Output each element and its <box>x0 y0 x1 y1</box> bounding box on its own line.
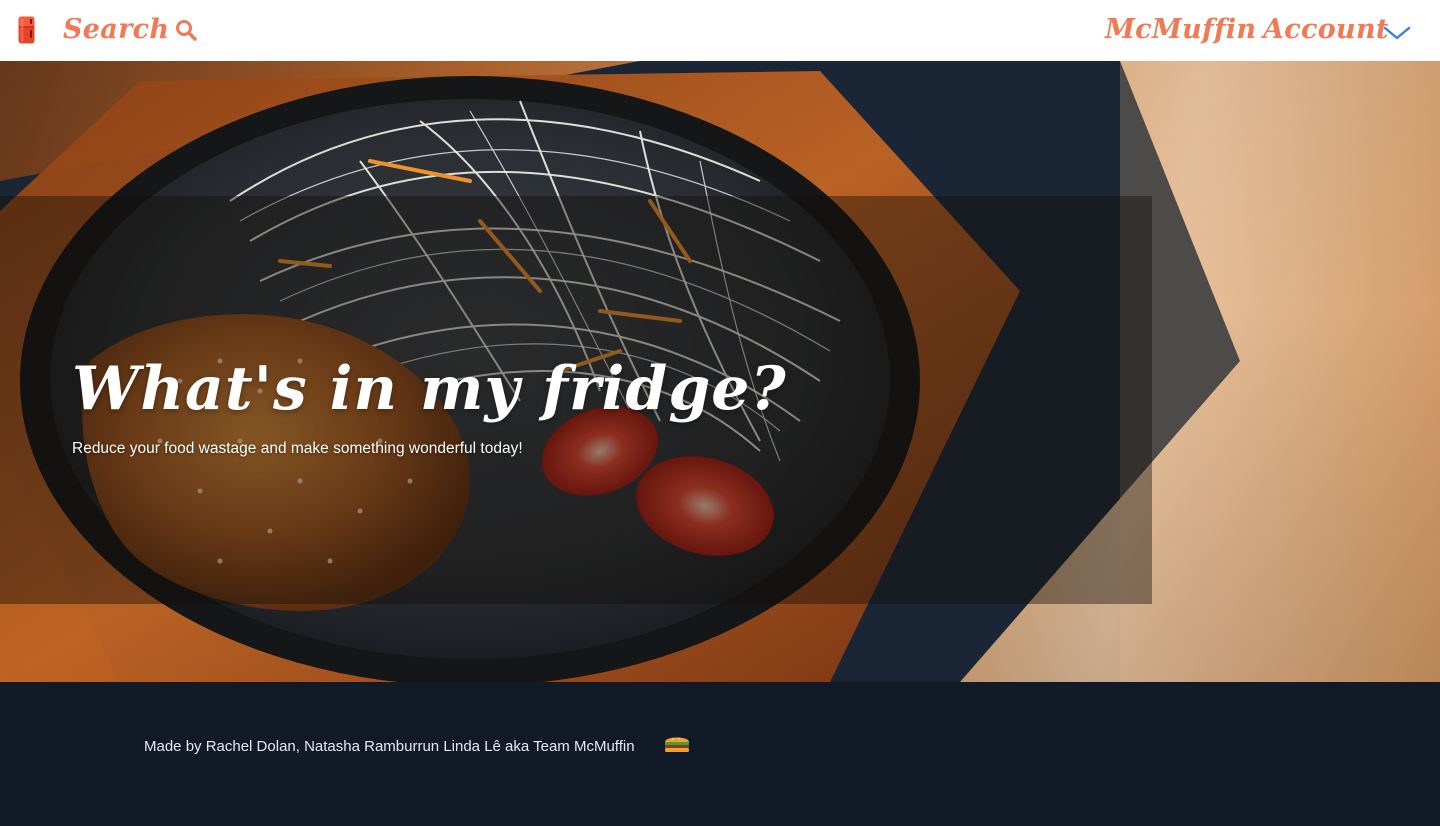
footer-credits: Made by Rachel Dolan, Natasha Ramburrun … <box>144 738 635 755</box>
hero-title: What's in my fridge? <box>72 354 787 424</box>
nav-account-link[interactable]: Account <box>1263 10 1389 50</box>
nav-brand-link[interactable]: McMuffin <box>1105 10 1256 50</box>
magnifier-icon[interactable] <box>175 19 197 41</box>
hero-banner: What's in my fridge? Reduce your food wa… <box>0 61 1440 682</box>
nav-search-link[interactable]: Search <box>63 10 169 50</box>
chevron-down-icon[interactable] <box>1383 25 1411 41</box>
top-nav-bar: Search McMuffin Account <box>0 0 1440 61</box>
burger-icon <box>665 737 689 752</box>
site-footer: Made by Rachel Dolan, Natasha Ramburrun … <box>0 682 1440 826</box>
fridge-icon[interactable] <box>18 16 35 44</box>
hero-subtitle: Reduce your food wastage and make someth… <box>72 440 523 457</box>
